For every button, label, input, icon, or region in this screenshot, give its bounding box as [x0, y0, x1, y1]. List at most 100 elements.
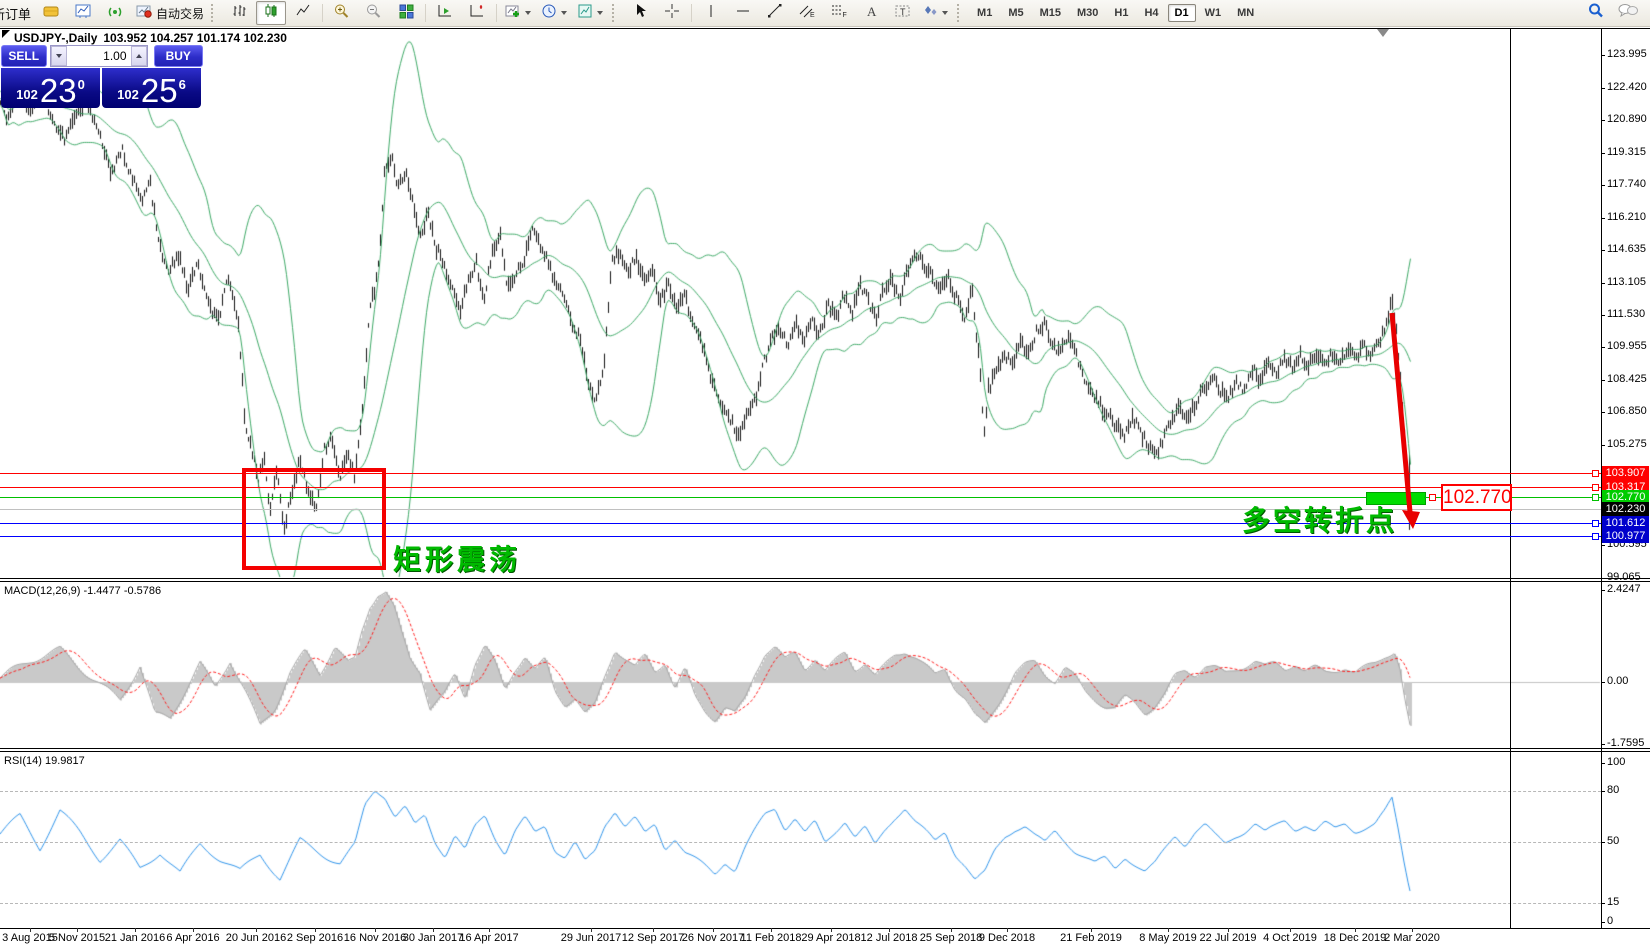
volume-group [50, 45, 148, 67]
zoom-out-button[interactable] [359, 1, 389, 25]
line-chart-icon [295, 3, 312, 24]
buy-price-button[interactable]: 102256 [102, 68, 201, 108]
new-order-button[interactable]: 新订单 [1, 1, 34, 25]
rsi-indicator-label: RSI(14) 19.9817 [4, 755, 85, 767]
price-axis-label: 106.850 [1607, 405, 1647, 417]
toolbar-grip [211, 4, 220, 22]
rsi-guide-line [0, 791, 1601, 792]
chart-shift-marker-icon[interactable] [1377, 29, 1389, 37]
bar-chart-mode-button[interactable] [224, 1, 254, 25]
zoom-in-button[interactable] [327, 1, 357, 25]
timeframe-h1[interactable]: H1 [1107, 4, 1135, 22]
history-center-button[interactable] [36, 1, 66, 25]
line-handle[interactable] [1592, 520, 1599, 527]
range-annotation-label[interactable]: 矩形震荡 [393, 538, 521, 578]
price-axis-label: 119.315 [1607, 146, 1646, 158]
pivot-annotation-label[interactable]: 多空转折点 [1242, 499, 1397, 539]
one-click-panel-collapse-arrow-icon[interactable] [2, 30, 10, 38]
axis-tick [1601, 120, 1605, 121]
line-handle[interactable] [1592, 533, 1599, 540]
axis-tick [1601, 185, 1605, 186]
timeframe-w1[interactable]: W1 [1198, 4, 1229, 22]
arrows-tool-button[interactable] [920, 1, 953, 25]
text-label-icon: T [894, 3, 912, 24]
ohlc-values: 103.952 104.257 101.174 102.230 [103, 31, 287, 45]
toolbar-grip [612, 4, 621, 22]
volume-increase-button[interactable] [131, 46, 147, 66]
candlestick-mode-button[interactable] [256, 1, 286, 25]
horizontal-level-line[interactable] [0, 473, 1601, 474]
chat-button[interactable] [1613, 1, 1643, 25]
price-level-tag: 103.907 [1602, 466, 1649, 480]
cursor-tool-button[interactable] [625, 1, 655, 25]
date-axis-label: 20 Jun 2016 [226, 932, 287, 944]
cursor-icon [632, 3, 648, 24]
timeframe-m5[interactable]: M5 [1001, 4, 1030, 22]
templates-button[interactable] [574, 1, 608, 25]
axis-tick [1601, 578, 1605, 579]
timeframe-mn[interactable]: MN [1230, 4, 1261, 22]
date-axis-label: 12 Jul 2018 [861, 932, 918, 944]
price-axis-label: 123.995 [1607, 48, 1647, 60]
text-label-tool-button[interactable]: T [888, 1, 918, 25]
equidistant-channel-tool-button[interactable]: E [792, 1, 822, 25]
buy-price-pips: 25 [141, 76, 178, 106]
date-axis-tick [193, 928, 194, 932]
fibonacci-tool-button[interactable]: F [824, 1, 854, 25]
timeframe-m30[interactable]: M30 [1070, 4, 1105, 22]
auto-scroll-button[interactable] [430, 1, 460, 25]
line-handle[interactable] [1592, 470, 1599, 477]
date-axis-tick [831, 928, 832, 932]
rectangle-annotation[interactable] [242, 468, 386, 570]
buy-price-point: 6 [179, 77, 186, 92]
axis-tick [1601, 682, 1605, 683]
horizontal-line-tool-button[interactable] [728, 1, 758, 25]
line-chart-mode-button[interactable] [288, 1, 318, 25]
sell-button[interactable]: SELL [1, 45, 47, 67]
date-axis-label: 22 Jul 2019 [1200, 932, 1257, 944]
price-callout-box[interactable]: 102.770 [1441, 484, 1512, 511]
price-level-tag: 101.612 [1602, 516, 1649, 530]
periods-button[interactable] [538, 1, 572, 25]
macd-axis-label: 2.4247 [1607, 583, 1641, 595]
date-axis-label: 21 Feb 2019 [1060, 932, 1122, 944]
market-watch-button[interactable] [68, 1, 98, 25]
line-handle[interactable] [1592, 484, 1599, 491]
chart-shift-button[interactable] [462, 1, 492, 25]
search-button[interactable] [1581, 1, 1611, 25]
date-axis-tick [77, 928, 78, 932]
trendline-tool-button[interactable] [760, 1, 790, 25]
sell-price-button[interactable]: 102230 [1, 68, 100, 108]
timeframe-m1[interactable]: M1 [970, 4, 999, 22]
crosshair-tool-button[interactable] [657, 1, 687, 25]
axis-tick [1601, 347, 1605, 348]
vertical-line-object[interactable] [1510, 29, 1511, 928]
text-tool-button[interactable]: A [856, 1, 886, 25]
horizontal-level-line[interactable] [0, 487, 1601, 488]
volume-decrease-button[interactable] [51, 46, 67, 66]
macd-axis-label: 0.00 [1607, 675, 1628, 687]
pivot-zone-bar[interactable] [1366, 492, 1426, 505]
axis-tick [1601, 903, 1605, 904]
indicators-button[interactable] [501, 1, 536, 25]
vertical-line-tool-button[interactable] [696, 1, 726, 25]
buy-button[interactable]: BUY [154, 45, 203, 67]
rsi-guide-line [0, 842, 1601, 843]
auto-trading-button[interactable]: 自动交易 [132, 1, 207, 25]
tile-windows-button[interactable] [391, 1, 421, 25]
clock-icon [541, 3, 558, 24]
horizontal-level-line[interactable] [0, 497, 1601, 498]
line-handle[interactable] [1592, 494, 1599, 501]
date-axis-tick [135, 928, 136, 932]
timeframe-m15[interactable]: M15 [1033, 4, 1068, 22]
timeframe-h4[interactable]: H4 [1137, 4, 1165, 22]
date-axis-label: 29 Jun 2017 [561, 932, 622, 944]
callout-handle[interactable] [1429, 494, 1436, 501]
signals-button[interactable] [100, 1, 130, 25]
price-axis-label: 114.635 [1607, 243, 1646, 255]
date-axis-tick [951, 928, 952, 932]
timeframe-d1[interactable]: D1 [1168, 4, 1196, 22]
price-axis-label: 99.065 [1607, 571, 1641, 583]
crosshair-icon [664, 3, 680, 24]
volume-input[interactable] [67, 46, 131, 66]
